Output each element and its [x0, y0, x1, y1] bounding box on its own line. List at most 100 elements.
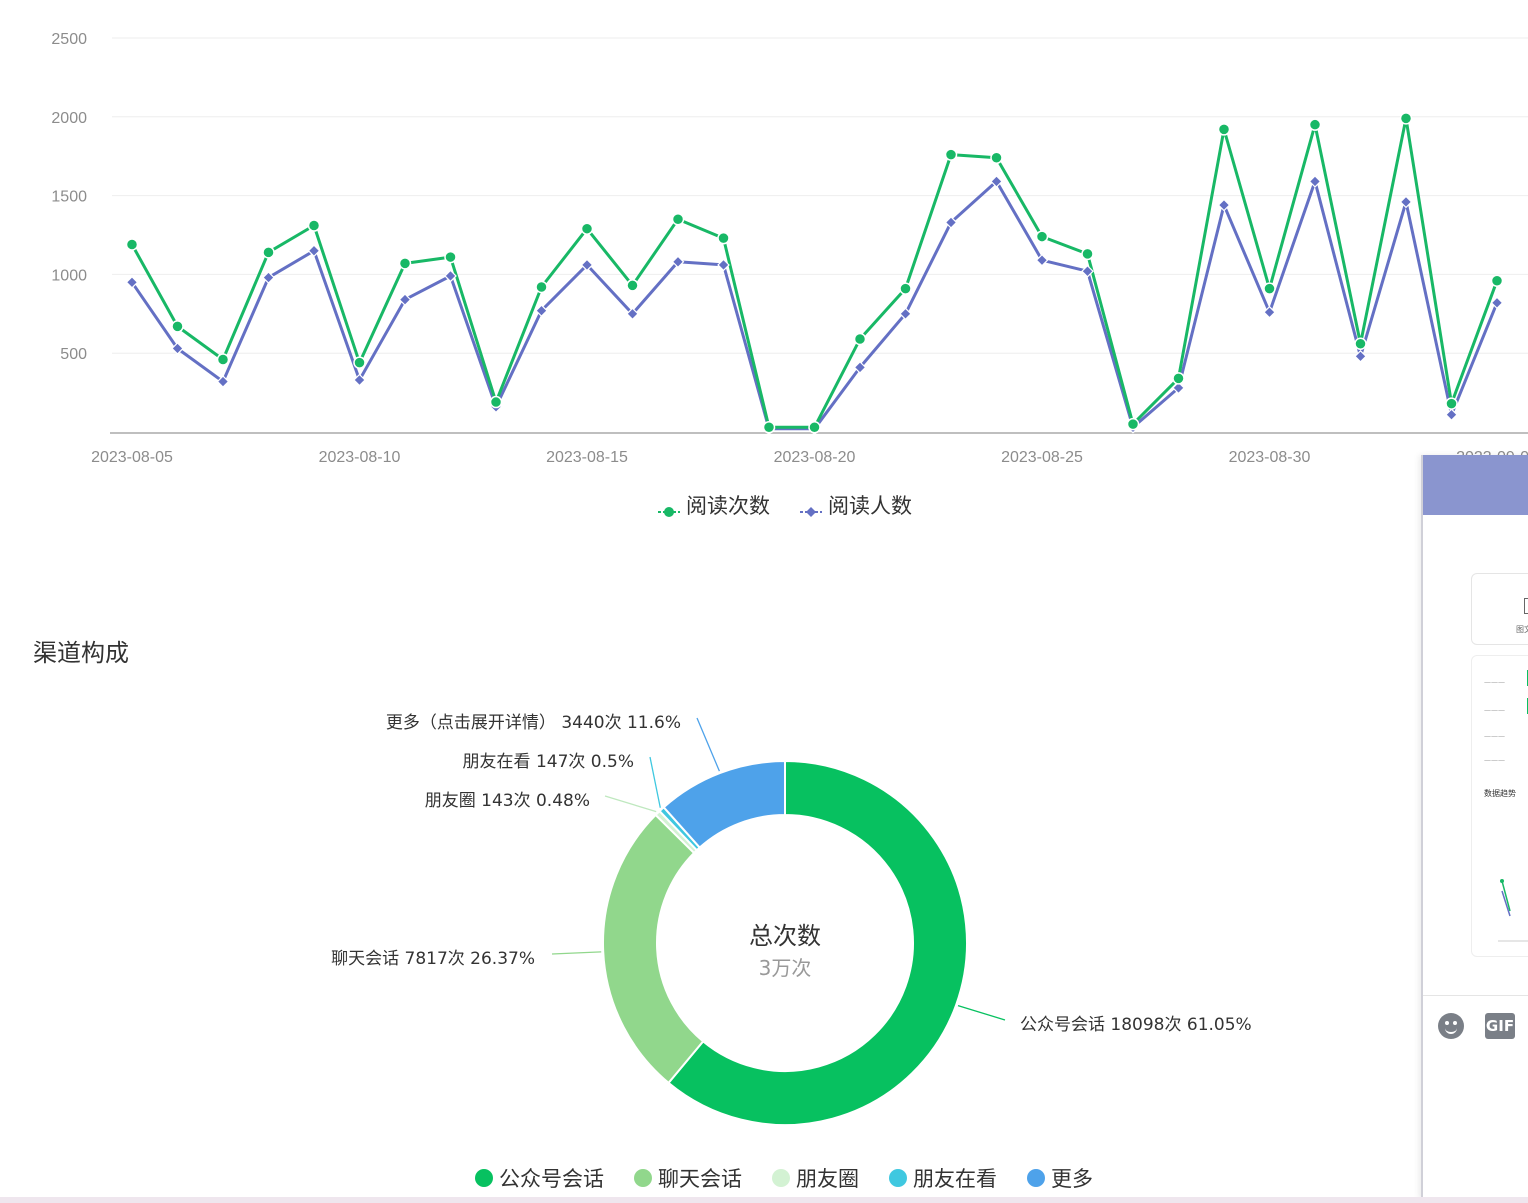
legend-label: 公众号会话 [499, 1167, 604, 1191]
data-point-reads [717, 231, 730, 245]
donut-slice [667, 759, 968, 1126]
data-point-reads [398, 257, 412, 270]
y-tick-label: 2500 [51, 31, 87, 48]
series-line-readers [130, 179, 1499, 431]
document-icon [1524, 598, 1528, 614]
y-tick-label: 500 [60, 346, 87, 363]
data-point-reads [444, 250, 457, 264]
donut-legend-item[interactable]: 公众号会话 [475, 1163, 604, 1193]
data-point-reads [307, 219, 321, 232]
slice-label: 朋友圈 143次 0.48% [425, 791, 590, 811]
data-point-reads [1354, 337, 1367, 350]
slice-label: 更多（点击展开详情） 3440次 11.6% [386, 713, 681, 733]
legend-dot [475, 1169, 493, 1187]
data-point-readers [717, 258, 730, 272]
emoji-icon[interactable] [1438, 1013, 1464, 1039]
data-point-reads [1263, 282, 1276, 295]
legend-dot [1027, 1169, 1045, 1187]
mini-chart [1498, 879, 1528, 942]
donut-legend: 公众号会话 聊天会话 朋友圈 朋友在看 更多 [0, 1163, 1528, 1193]
mini-row: ——— [1484, 706, 1505, 714]
label-leader-line [957, 1004, 1006, 1021]
data-point-reads [1308, 118, 1322, 131]
read-trend-chart: 500 1000 1500 2000 2500 2023-08-05 2023-08-10 2… [51, 31, 1528, 466]
data-point-reads [671, 212, 685, 226]
donut-legend-item[interactable]: 朋友圈 [772, 1163, 859, 1193]
y-tick-label: 2000 [51, 110, 87, 127]
data-point-readers [1399, 195, 1413, 209]
donut-slice [662, 759, 786, 849]
data-point-reads [1035, 230, 1049, 243]
legend-dot [772, 1169, 790, 1187]
donut-center-title: 总次数 [749, 922, 821, 950]
data-point-reads [1490, 274, 1504, 287]
data-point-reads [899, 282, 912, 295]
mini-trend-label: 数据趋势 [1484, 789, 1516, 798]
data-point-reads [580, 222, 594, 235]
data-point-reads [1126, 417, 1140, 431]
data-point-reads [626, 279, 639, 292]
panel-header [1423, 455, 1528, 515]
legend-label: 朋友圈 [796, 1167, 859, 1191]
data-point-reads [1399, 112, 1413, 125]
donut-legend-item[interactable]: 聊天会话 [634, 1163, 742, 1193]
bottom-border [0, 1197, 1528, 1203]
panel-toolbar: GIF [1423, 995, 1528, 1058]
y-tick-label: 1500 [51, 189, 87, 206]
donut-legend-item[interactable]: 更多 [1027, 1163, 1093, 1193]
x-tick-label: 2023-08-15 [546, 449, 628, 466]
legend-label: 朋友在看 [913, 1167, 997, 1191]
data-point-reads [762, 421, 776, 434]
data-point-reads [1217, 123, 1231, 136]
donut-slice [602, 813, 705, 1085]
legend-dot [889, 1169, 907, 1187]
data-point-readers [1217, 198, 1231, 212]
data-point-readers [1445, 408, 1458, 422]
label-leader-line [604, 795, 657, 813]
data-point-reads [171, 320, 184, 333]
slice-label: 聊天会话 7817次 26.37% [331, 949, 535, 969]
card-caption: 图文 [1516, 625, 1528, 634]
data-point-reads [853, 332, 867, 346]
channel-section-title: 渠道构成 [33, 639, 129, 667]
data-point-reads [216, 353, 230, 366]
data-point-reads [489, 395, 503, 409]
data-point-reads [808, 421, 821, 434]
donut-slice [658, 805, 702, 852]
legend-item-reads[interactable]: 阅读次数 [658, 490, 770, 520]
data-point-reads [944, 148, 958, 161]
data-point-reads [125, 238, 139, 251]
x-tick-label: 2023-08-30 [1229, 449, 1311, 466]
data-point-reads [1172, 372, 1185, 385]
data-point-reads [353, 356, 366, 369]
data-point-reads [1445, 397, 1458, 410]
donut-legend-item[interactable]: 朋友在看 [889, 1163, 997, 1193]
label-leader-line [649, 756, 661, 808]
legend-dot [634, 1169, 652, 1187]
data-point-readers [1308, 175, 1322, 188]
gif-button[interactable]: GIF [1485, 1013, 1515, 1039]
donut-center-total: 3万次 [759, 956, 812, 980]
donut-slice [654, 809, 699, 855]
article-card[interactable]: 图文 [1471, 573, 1528, 645]
x-tick-label: 2023-08-25 [1001, 449, 1083, 466]
data-point-readers [1490, 296, 1504, 310]
data-point-reads [262, 246, 275, 259]
legend-item-readers[interactable]: 阅读人数 [800, 490, 912, 520]
label-leader-line [696, 717, 720, 772]
legend-label-readers: 阅读人数 [828, 494, 912, 518]
data-point-readers [1263, 305, 1276, 319]
data-point-readers [1354, 350, 1367, 363]
data-point-reads [990, 151, 1003, 165]
x-tick-label: 2023-08-05 [91, 449, 173, 466]
series-line-reads [130, 116, 1499, 429]
mini-row: ——— [1484, 756, 1505, 764]
data-point-reads [535, 280, 548, 294]
y-tick-label: 1000 [51, 267, 87, 284]
legend-label: 更多 [1051, 1167, 1093, 1191]
floating-preview-panel[interactable]: 图文 ——— ——— ——— ——— 数据趋势 GIF [1421, 455, 1528, 1200]
data-point-reads [1081, 247, 1094, 261]
line-chart-legend: 阅读次数 阅读人数 [0, 490, 1528, 520]
preview-stats-card: ——— ——— ——— ——— 数据趋势 [1471, 655, 1528, 957]
x-tick-label: 2023-08-20 [774, 449, 856, 466]
